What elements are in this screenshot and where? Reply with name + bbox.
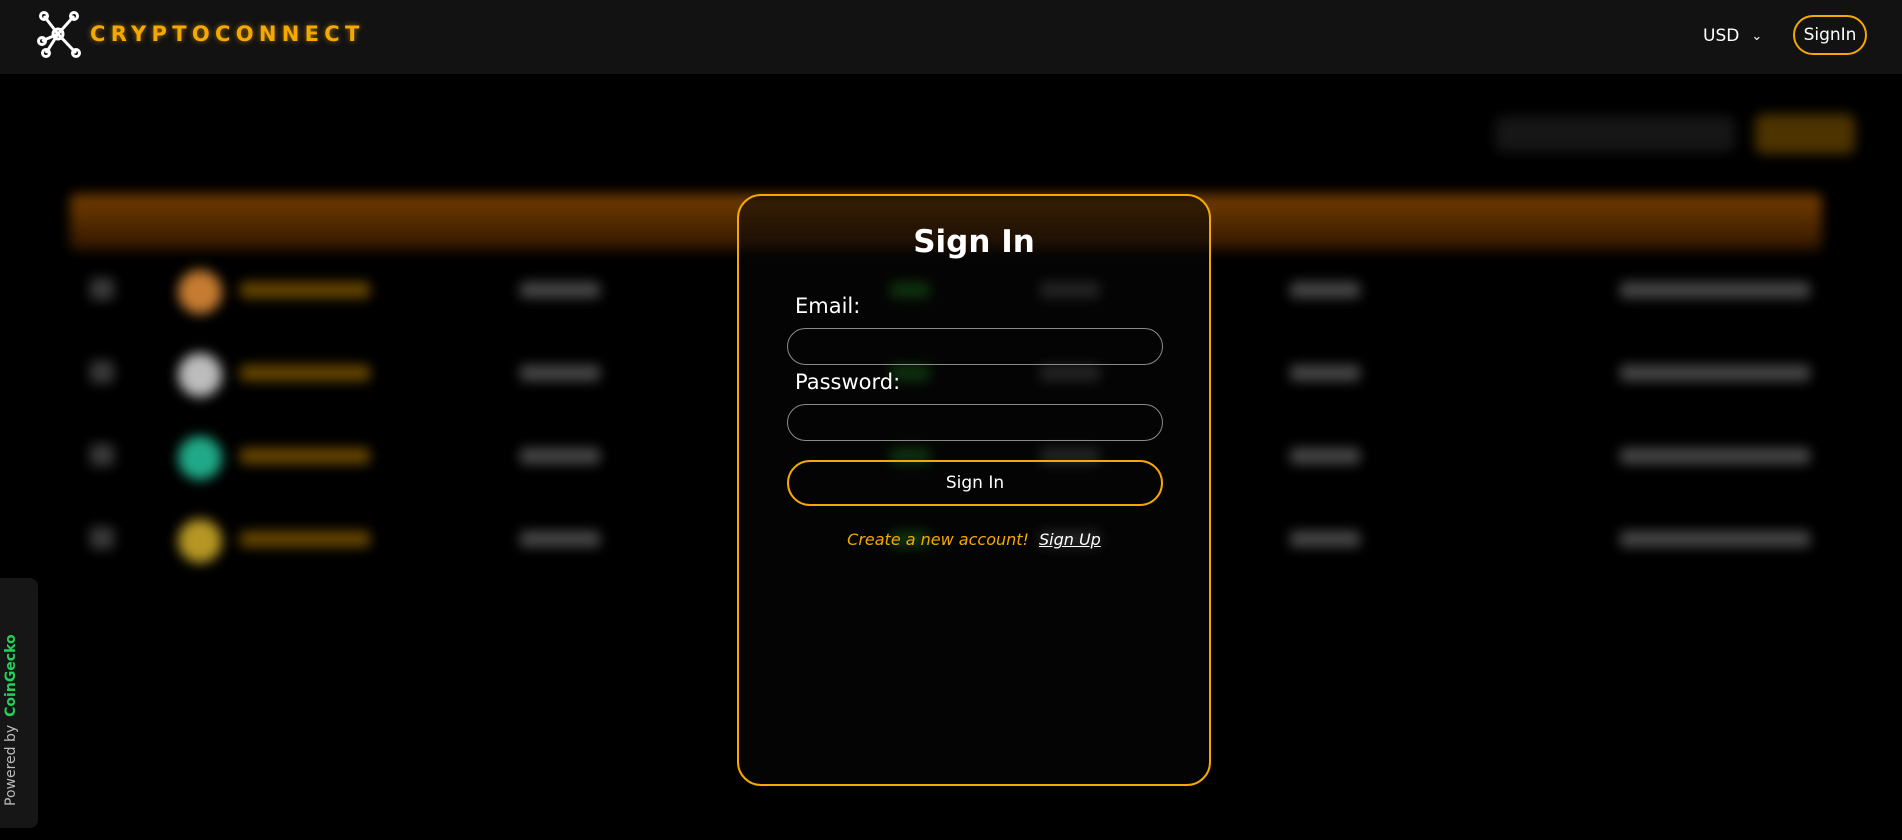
modal-title: Sign In [913,224,1035,260]
bg-cell-name [240,448,370,464]
bg-cell-name [240,282,370,298]
logo[interactable]: CRYPTOCONNECT [34,7,365,61]
bg-cell-c5 [1620,365,1810,381]
bg-cell-c4 [1290,448,1360,464]
bg-button-placeholder [1755,114,1855,154]
password-field[interactable] [787,404,1163,441]
bg-cell-c4 [1290,531,1360,547]
email-field[interactable] [787,328,1163,365]
bg-cell-c1 [520,531,600,547]
bg-cell-c1 [520,365,600,381]
bg-cell-c4 [1290,282,1360,298]
signup-link[interactable]: Sign Up [1039,530,1101,549]
bg-cell-name [240,365,370,381]
bg-cell-c5 [1620,448,1810,464]
bg-search-placeholder [1495,116,1735,152]
signin-modal: Sign In Email: Password: Sign In Create … [737,194,1211,786]
brand-name: CRYPTOCONNECT [90,22,365,46]
bg-cell-num [90,444,114,466]
bg-cell-num [90,278,114,300]
bg-cell-c4 [1290,365,1360,381]
bg-cell-coin [178,270,222,314]
signin-button[interactable]: SignIn [1793,15,1867,55]
bg-cell-coin [178,436,222,480]
powered-by-badge[interactable]: Powered by CoinGecko [0,578,38,828]
password-label: Password: [795,370,901,394]
bg-cell-c1 [520,282,600,298]
chevron-down-icon: ⌄ [1751,28,1763,44]
network-nodes-icon [37,11,81,58]
signin-submit-button[interactable]: Sign In [787,460,1163,506]
powered-by-prefix: Powered by [3,724,19,806]
top-navbar: CRYPTOCONNECT USD ⌄ SignIn [0,0,1902,74]
bg-cell-coin [178,519,222,563]
bg-cell-num [90,361,114,383]
currency-select[interactable]: USD ⌄ [1703,26,1762,46]
email-label: Email: [795,294,861,318]
bg-cell-c5 [1620,531,1810,547]
bg-cell-num [90,527,114,549]
bg-cell-c5 [1620,282,1810,298]
bg-cell-c1 [520,448,600,464]
signup-prompt: Create a new account! [847,530,1029,549]
bg-cell-name [240,531,370,547]
bg-cell-coin [178,353,222,397]
signup-row: Create a new account! Sign Up [739,530,1209,549]
currency-value: USD [1703,26,1740,46]
bg-title-placeholder [40,112,50,145]
coingecko-label: CoinGecko [3,634,19,717]
